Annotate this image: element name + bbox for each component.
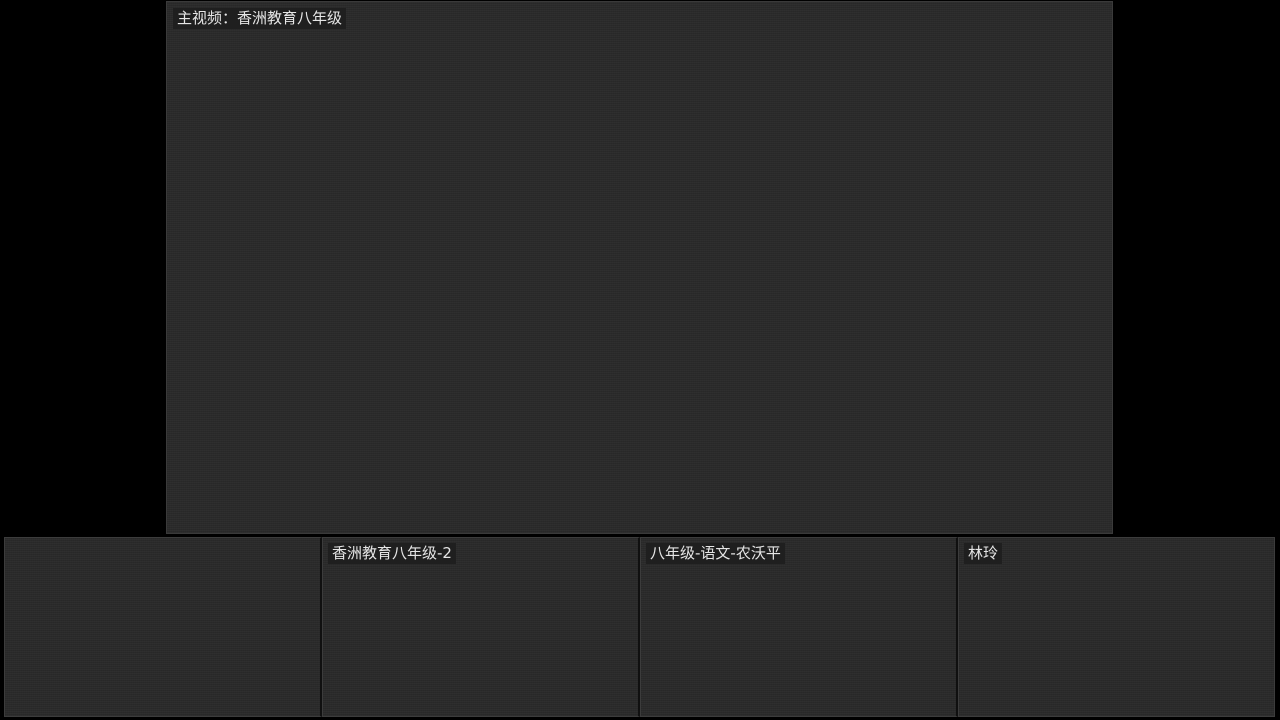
participant-tile-4[interactable]: 林玲 [958,537,1275,717]
participant-tile-2-label: 香洲教育八年级-2 [328,543,456,564]
participant-tile-3-label: 八年级-语文-农沃平 [646,543,785,564]
participant-tile-4-label: 林玲 [964,543,1003,564]
main-video-label: 主视频：香洲教育八年级 [173,8,347,29]
participant-tile-2[interactable]: 香洲教育八年级-2 [322,537,640,717]
main-video-panel[interactable]: 主视频：香洲教育八年级 [166,1,1113,534]
participant-tile-1[interactable] [4,537,322,717]
participant-tile-strip: 香洲教育八年级-2 八年级-语文-农沃平 林玲 [4,537,1275,717]
participant-tile-3[interactable]: 八年级-语文-农沃平 [640,537,958,717]
video-conference-layout: 主视频：香洲教育八年级 香洲教育八年级-2 八年级-语文-农沃平 林玲 [0,0,1280,720]
